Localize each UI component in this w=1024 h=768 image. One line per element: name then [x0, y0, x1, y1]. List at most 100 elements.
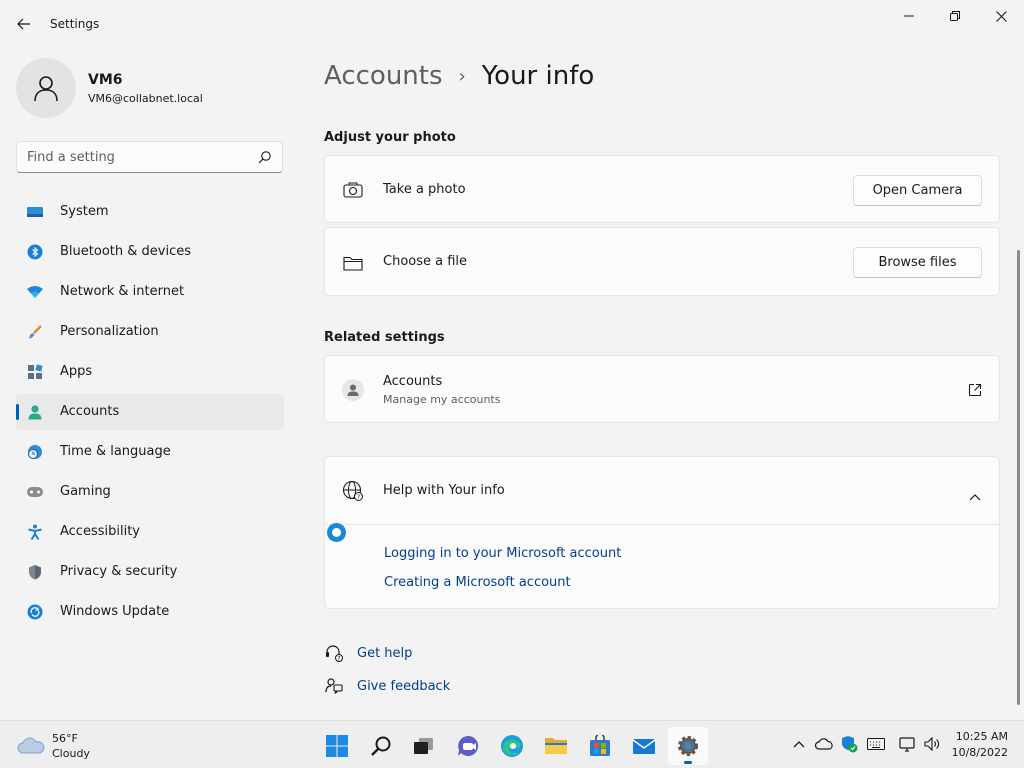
sidebar-item-time-language[interactable]: Time & language: [16, 434, 284, 470]
chevron-up-icon[interactable]: [969, 486, 981, 501]
related-accounts-sublabel: Manage my accounts: [383, 393, 501, 406]
related-settings-heading: Related settings: [324, 330, 445, 345]
restore-icon: [950, 11, 960, 21]
adjust-photo-heading: Adjust your photo: [324, 130, 456, 145]
back-button[interactable]: [14, 14, 34, 34]
help-title: Help with Your info: [383, 483, 505, 498]
give-feedback-label[interactable]: Give feedback: [357, 679, 450, 694]
camera-icon: [342, 179, 364, 201]
breadcrumb: Accounts › Your info: [324, 56, 594, 96]
sidebar-item-network[interactable]: Network & internet: [16, 274, 284, 310]
search-input[interactable]: [17, 142, 252, 172]
sidebar-item-windows-update[interactable]: Windows Update: [16, 594, 284, 630]
restore-button[interactable]: [932, 0, 978, 32]
teams-chat-button[interactable]: [448, 727, 488, 765]
user-profile[interactable]: VM6 VM6@collabnet.local: [16, 56, 286, 120]
gamepad-icon: [26, 483, 44, 501]
volume-icon[interactable]: [923, 735, 941, 753]
sidebar-item-system[interactable]: System: [16, 194, 284, 230]
weather-temperature: 56°F: [52, 732, 78, 745]
edge-button[interactable]: [492, 727, 532, 765]
sidebar-item-privacy[interactable]: Privacy & security: [16, 554, 284, 590]
clock-date[interactable]: 10/8/2022: [952, 746, 1008, 759]
sidebar-item-label: Privacy & security: [60, 564, 178, 579]
search-box[interactable]: [16, 141, 283, 173]
avatar: [16, 58, 76, 118]
close-icon: [995, 10, 1007, 22]
sidebar-item-accessibility[interactable]: Accessibility: [16, 514, 284, 550]
help-header[interactable]: ? Help with Your info: [325, 457, 999, 525]
wifi-icon: [26, 283, 44, 301]
related-accounts-label: Accounts: [383, 374, 443, 389]
sidebar-item-label: Windows Update: [60, 604, 170, 619]
globe-help-icon: ?: [342, 480, 364, 502]
take-photo-label: Take a photo: [383, 182, 466, 197]
browse-files-button[interactable]: Browse files: [853, 247, 982, 278]
search-icon: [371, 736, 391, 756]
mail-button[interactable]: [624, 727, 664, 765]
close-button[interactable]: [978, 0, 1024, 32]
mail-icon: [632, 739, 656, 754]
external-link-icon: [968, 382, 982, 397]
store-button[interactable]: [580, 727, 620, 765]
task-view-button[interactable]: [404, 727, 444, 765]
sidebar-item-label: Accounts: [60, 404, 120, 419]
user-name: VM6: [88, 72, 123, 88]
get-help-label[interactable]: Get help: [357, 646, 412, 661]
related-accounts-card[interactable]: Accounts Manage my accounts: [324, 355, 1000, 423]
weather-condition: Cloudy: [52, 747, 90, 760]
app-title: Settings: [50, 17, 100, 31]
choose-file-label: Choose a file: [383, 254, 468, 269]
defender-shield-icon[interactable]: [840, 735, 858, 753]
folder-icon: [545, 738, 567, 754]
back-arrow-icon: [17, 18, 30, 30]
breadcrumb-parent[interactable]: Accounts: [324, 61, 443, 91]
scrollbar[interactable]: [1017, 250, 1020, 705]
sidebar-item-label: Apps: [60, 364, 93, 379]
folder-icon: [342, 252, 364, 274]
minimize-button[interactable]: [886, 0, 932, 32]
gear-icon: [678, 736, 698, 756]
svg-text:?: ?: [337, 656, 340, 663]
user-email: VM6@collabnet.local: [88, 92, 203, 105]
breadcrumb-separator: ›: [458, 65, 466, 87]
get-help-icon: ?: [324, 643, 344, 663]
accessibility-icon: [26, 523, 44, 541]
keyboard-icon[interactable]: [867, 735, 885, 753]
svg-text:?: ?: [357, 494, 360, 501]
sidebar-item-apps[interactable]: Apps: [16, 354, 284, 390]
title-bar: Settings: [0, 0, 1024, 48]
chat-icon: [458, 735, 479, 756]
settings-taskbar-button[interactable]: [668, 727, 708, 765]
sidebar-item-gaming[interactable]: Gaming: [16, 474, 284, 510]
start-button[interactable]: [317, 727, 357, 765]
help-card: ? Help with Your info Logging in to your…: [324, 456, 1000, 609]
sidebar-item-label: Personalization: [60, 324, 159, 339]
help-link-creating-account[interactable]: Creating a Microsoft account: [384, 575, 571, 590]
taskbar: 56°F Cloudy 10:25 AM 10/8/2022: [0, 720, 1024, 768]
sidebar-item-personalization[interactable]: Personalization: [16, 314, 284, 350]
feedback-icon: [324, 676, 344, 696]
file-explorer-button[interactable]: [536, 727, 576, 765]
taskbar-search-button[interactable]: [361, 727, 401, 765]
onedrive-icon[interactable]: [815, 735, 833, 753]
person-icon: [26, 403, 44, 421]
search-icon[interactable]: [258, 150, 272, 164]
give-feedback-link[interactable]: Give feedback: [324, 676, 450, 696]
loading-indicator-center: [332, 528, 341, 537]
open-camera-button[interactable]: Open Camera: [853, 175, 982, 206]
sidebar-item-accounts[interactable]: Accounts: [16, 394, 284, 430]
sidebar-item-label: Gaming: [60, 484, 111, 499]
clock-time[interactable]: 10:25 AM: [956, 730, 1008, 743]
get-help-link[interactable]: ? Get help: [324, 643, 412, 663]
apps-icon: [26, 363, 44, 381]
sidebar-item-label: Time & language: [60, 444, 171, 459]
chevron-up-icon[interactable]: [790, 735, 808, 753]
person-icon: [34, 76, 58, 102]
edge-icon: [501, 735, 523, 757]
choose-file-card: Choose a file Browse files: [324, 227, 1000, 296]
sidebar-item-bluetooth[interactable]: Bluetooth & devices: [16, 234, 284, 270]
network-display-icon[interactable]: [899, 735, 917, 753]
weather-widget[interactable]: 56°F Cloudy: [16, 729, 136, 763]
help-link-logging-in[interactable]: Logging in to your Microsoft account: [384, 546, 621, 561]
